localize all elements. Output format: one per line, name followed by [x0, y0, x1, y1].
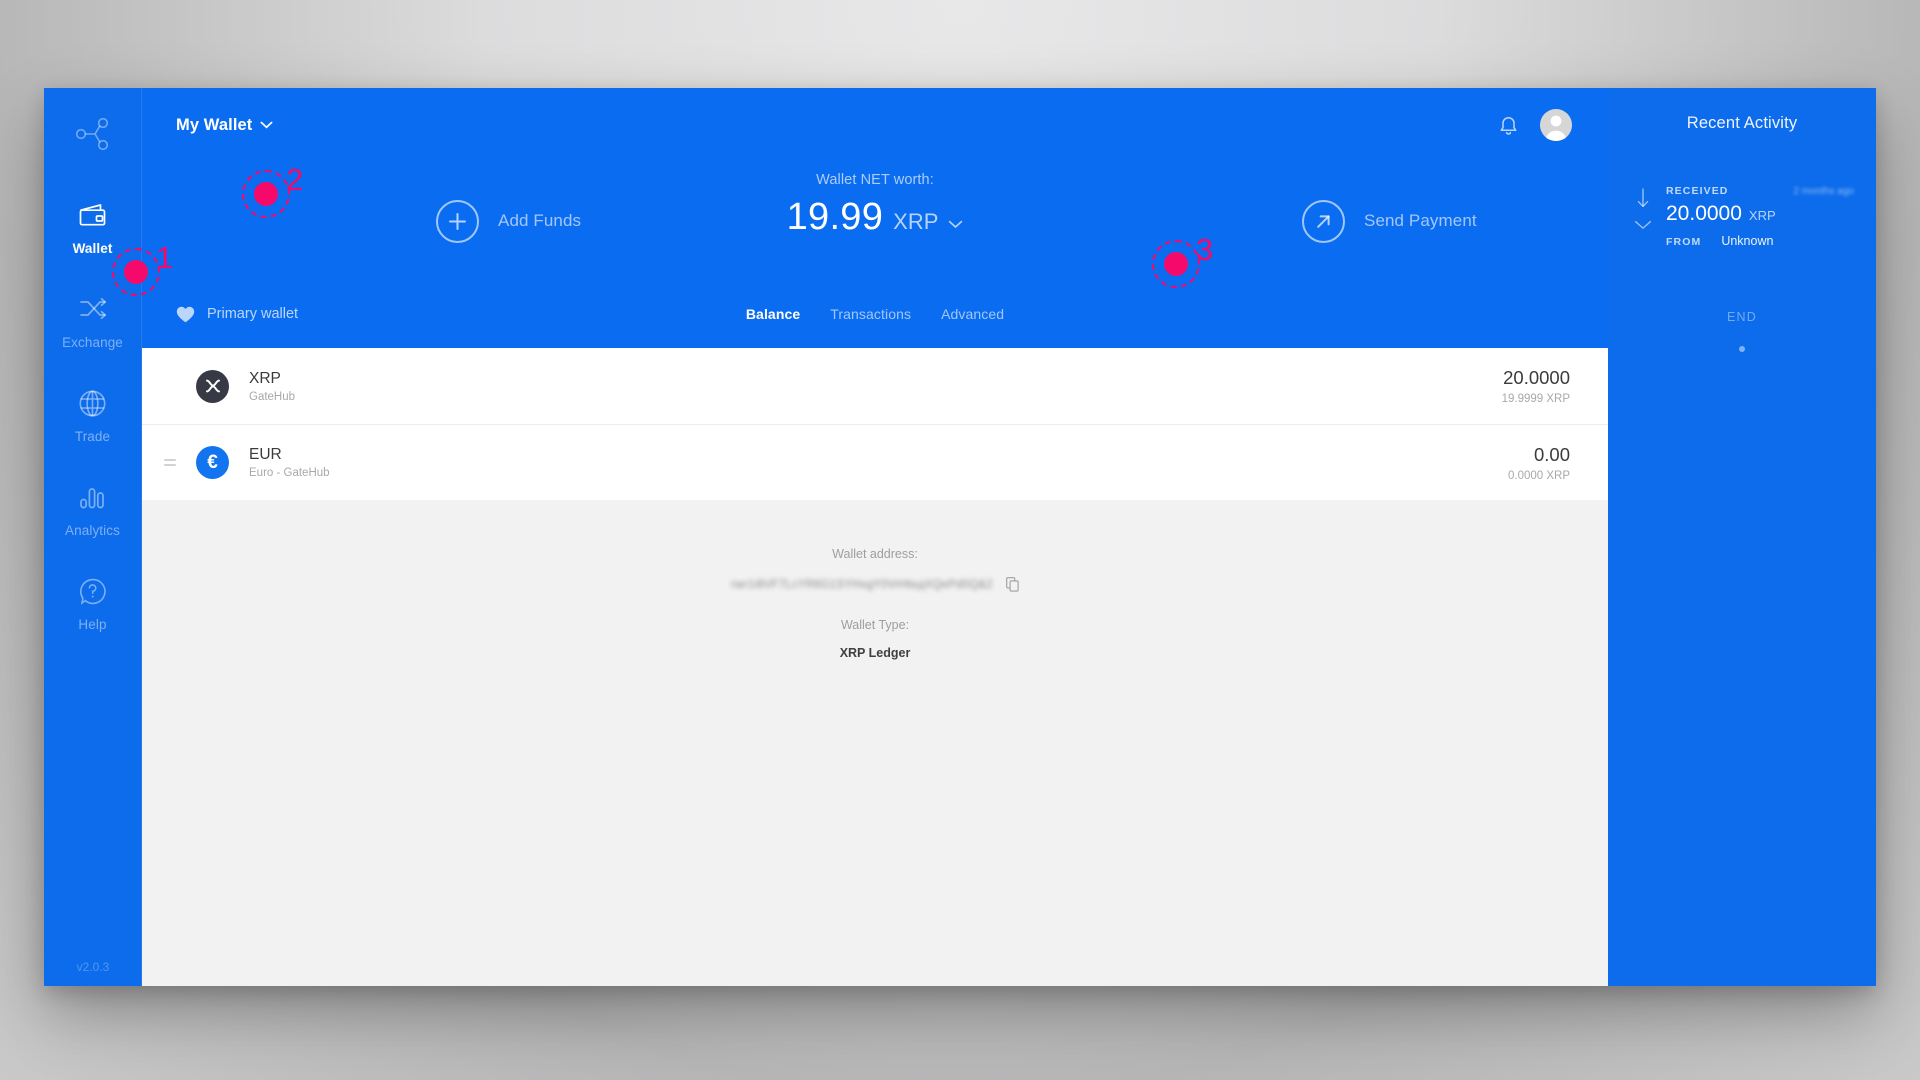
coin-issuer: GateHub	[249, 390, 296, 403]
coin-amount: 20.0000	[1503, 367, 1570, 388]
balance-list: XRP GateHub 20.0000 19.9999 XRP € EUR Eu…	[142, 348, 1608, 500]
table-row[interactable]: € EUR Euro - GateHub 0.00 0.0000 XRP	[142, 424, 1608, 500]
activity-from-row: FROM Unknown	[1666, 234, 1854, 248]
coin-sub-amount: 19.9999 XRP	[1501, 393, 1570, 405]
arrow-up-right-circle-icon	[1302, 199, 1345, 243]
bell-icon	[1500, 117, 1517, 135]
wallet-hero: My Wallet Add Funds Wallet NET worth: 19…	[142, 88, 1608, 348]
sidebar-item-label: Analytics	[65, 523, 120, 538]
main-content: My Wallet Add Funds Wallet NET worth: 19…	[142, 88, 1608, 986]
notifications-button[interactable]	[1499, 114, 1518, 136]
coin-code: EUR	[249, 446, 282, 463]
activity-body: RECEIVED 2 months ago 20.0000 XRP FROM U…	[1666, 185, 1854, 248]
app-window: Wallet Exchange Trade Analytics Help v2.…	[44, 88, 1876, 986]
drag-handle[interactable]	[164, 459, 176, 466]
activity-amount-row: 20.0000 XRP	[1666, 202, 1854, 226]
net-worth-currency: XRP	[893, 209, 939, 234]
wallet-selector-label: My Wallet	[176, 115, 253, 134]
user-avatar-icon	[1545, 115, 1567, 141]
send-payment-label: Send Payment	[1364, 211, 1477, 230]
topbar: My Wallet	[142, 88, 1608, 162]
net-worth-amount: 19.99	[786, 196, 884, 238]
tab-advanced[interactable]: Advanced	[941, 306, 1004, 322]
sidebar-item-wallet[interactable]: Wallet	[44, 184, 142, 266]
primary-wallet-label: Primary wallet	[207, 306, 299, 322]
sidebar: Wallet Exchange Trade Analytics Help v2.…	[44, 88, 142, 986]
activity-list-item[interactable]: RECEIVED 2 months ago 20.0000 XRP FROM U…	[1630, 185, 1854, 248]
sidebar-item-help[interactable]: Help	[44, 560, 142, 642]
activity-end-label: END	[1727, 310, 1757, 324]
wallet-address-value: rwr1i8VF7LcYR6G1SYHxgY0VrHteдXQePd0Q&2	[731, 578, 993, 591]
avatar[interactable]	[1540, 109, 1572, 141]
chevron-down-icon	[949, 220, 963, 229]
activity-from-value: Unknown	[1721, 234, 1774, 248]
walletbar: Primary wallet Balance Transactions Adva…	[142, 280, 1608, 348]
wallet-selector[interactable]: My Wallet	[176, 116, 273, 135]
coin-values: 20.0000 19.9999 XRP	[1502, 367, 1570, 405]
chevron-down-icon[interactable]	[1634, 220, 1652, 230]
eur-coin-glyph: €	[207, 451, 218, 473]
sidebar-item-label: Exchange	[62, 335, 123, 350]
primary-wallet-toggle[interactable]: Primary wallet	[176, 306, 298, 323]
arrow-down-icon	[1637, 188, 1649, 208]
network-nodes-icon	[75, 117, 108, 151]
exchange-icon	[78, 292, 108, 326]
sidebar-item-label: Wallet	[72, 241, 113, 256]
activity-time: 2 months ago	[1793, 186, 1854, 197]
tab-balance[interactable]: Balance	[746, 306, 800, 322]
activity-from-label: FROM	[1666, 236, 1702, 248]
sidebar-item-analytics[interactable]: Analytics	[44, 466, 142, 548]
wallet-address-label: Wallet address:	[832, 547, 918, 561]
copy-address-button[interactable]	[1006, 577, 1019, 592]
app-version: v2.0.3	[76, 960, 110, 974]
recent-activity-panel: Recent Activity RECEIVED 2 months ago 20…	[1608, 88, 1876, 986]
net-worth-currency-selector[interactable]	[948, 216, 963, 234]
xrp-coin-icon	[196, 369, 229, 403]
activity-head: RECEIVED 2 months ago	[1666, 185, 1854, 197]
globe-icon	[78, 386, 107, 420]
coin-values: 0.00 0.0000 XRP	[1508, 444, 1570, 482]
wallet-type-label: Wallet Type:	[840, 618, 910, 632]
sidebar-item-label: Help	[78, 617, 107, 632]
recent-activity-title: Recent Activity	[1686, 114, 1798, 132]
coin-code: XRP	[249, 369, 281, 387]
wallet-icon	[78, 198, 108, 232]
eur-coin-icon: €	[196, 446, 229, 479]
activity-arrows	[1630, 185, 1656, 248]
bar-chart-icon	[78, 480, 108, 514]
net-worth-label: Wallet NET worth:	[816, 172, 934, 188]
wallet-tabs: Balance Transactions Advanced	[142, 306, 1608, 322]
coin-issuer: Euro - GateHub	[249, 467, 330, 479]
app-logo[interactable]	[67, 110, 119, 158]
coin-sub-amount: 0.0000 XRP	[1507, 469, 1570, 482]
activity-currency: XRP	[1748, 208, 1776, 223]
wallet-type-value: XRP Ledger	[839, 646, 911, 660]
hero-actions: Add Funds Wallet NET worth: 19.99 XRP Se…	[142, 162, 1608, 280]
activity-amount: 20.0000	[1666, 202, 1742, 225]
activity-kind: RECEIVED	[1666, 185, 1729, 197]
table-row[interactable]: XRP GateHub 20.0000 19.9999 XRP	[142, 348, 1608, 424]
chevron-down-icon	[260, 121, 273, 129]
coin-names: EUR Euro - GateHub	[249, 446, 330, 479]
wallet-address-row: rwr1i8VF7LcYR6G1SYHxgY0VrHteдXQePd0Q&2	[731, 577, 1019, 592]
heart-icon	[176, 306, 195, 322]
coin-amount: 0.00	[1533, 443, 1570, 465]
send-payment-button[interactable]: Send Payment	[1302, 199, 1477, 243]
sidebar-item-label: Trade	[74, 429, 111, 444]
coin-names: XRP GateHub	[249, 370, 295, 403]
copy-icon	[1006, 577, 1019, 592]
tab-transactions[interactable]: Transactions	[830, 306, 911, 322]
sidebar-item-exchange[interactable]: Exchange	[44, 278, 142, 360]
sidebar-item-trade[interactable]: Trade	[44, 372, 142, 454]
question-bubble-icon	[78, 574, 107, 608]
activity-pagination-dot[interactable]	[1739, 346, 1745, 352]
wallet-details: Wallet address: rwr1i8VF7LcYR6G1SYHxgY0V…	[142, 500, 1608, 986]
topbar-actions	[1499, 109, 1572, 141]
